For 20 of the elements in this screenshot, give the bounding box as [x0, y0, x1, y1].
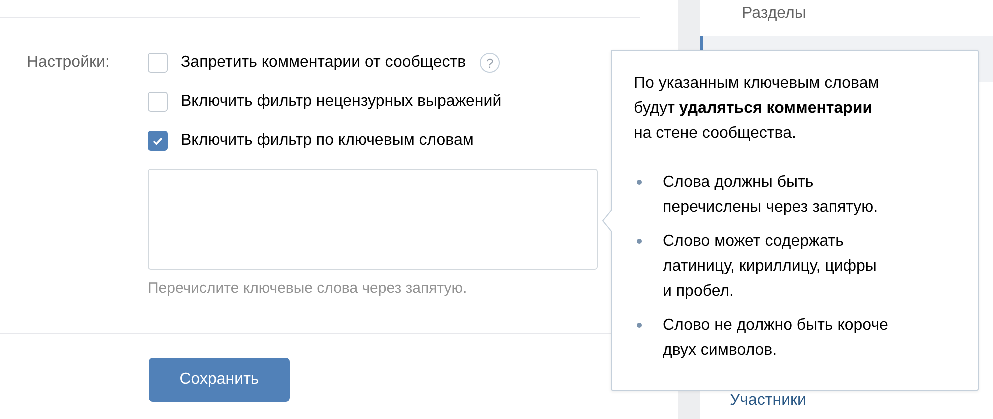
keywords-field[interactable] — [148, 169, 598, 270]
bullet-text: Слово не должно быть короче двух символов. — [663, 316, 888, 361]
settings-label: Настройки: — [27, 53, 111, 73]
checkbox-label[interactable]: Запретить комментарии от сообществ — [181, 54, 466, 72]
checkmark-icon — [152, 135, 164, 147]
checkbox[interactable] — [148, 131, 168, 151]
field-hint: Перечислите ключевые слова через запятую. — [148, 280, 468, 297]
sidebar-item[interactable]: Разделы — [700, 0, 993, 36]
bullet-text: Слово может содержать латиницу, кириллицу, цифры и пробел. — [663, 232, 877, 302]
sidebar-item[interactable]: Участники — [700, 392, 993, 410]
bullet-text: Слова должны быть перечислены через запятую. — [663, 173, 878, 218]
tooltip-text: По указанным ключевым словам будут удаляться комментарии на стене сообщества. — [634, 74, 880, 144]
checkbox[interactable] — [148, 92, 168, 112]
bullet-icon — [637, 323, 642, 328]
bullet-icon — [637, 180, 642, 185]
bullet-icon — [637, 239, 642, 244]
checkbox[interactable] — [148, 53, 168, 73]
checkbox-label[interactable]: Включить фильтр по ключевым словам — [181, 132, 474, 150]
save-button[interactable]: Сохранить — [149, 358, 290, 402]
checkbox-label[interactable]: Включить фильтр нецензурных выражений — [181, 93, 502, 111]
